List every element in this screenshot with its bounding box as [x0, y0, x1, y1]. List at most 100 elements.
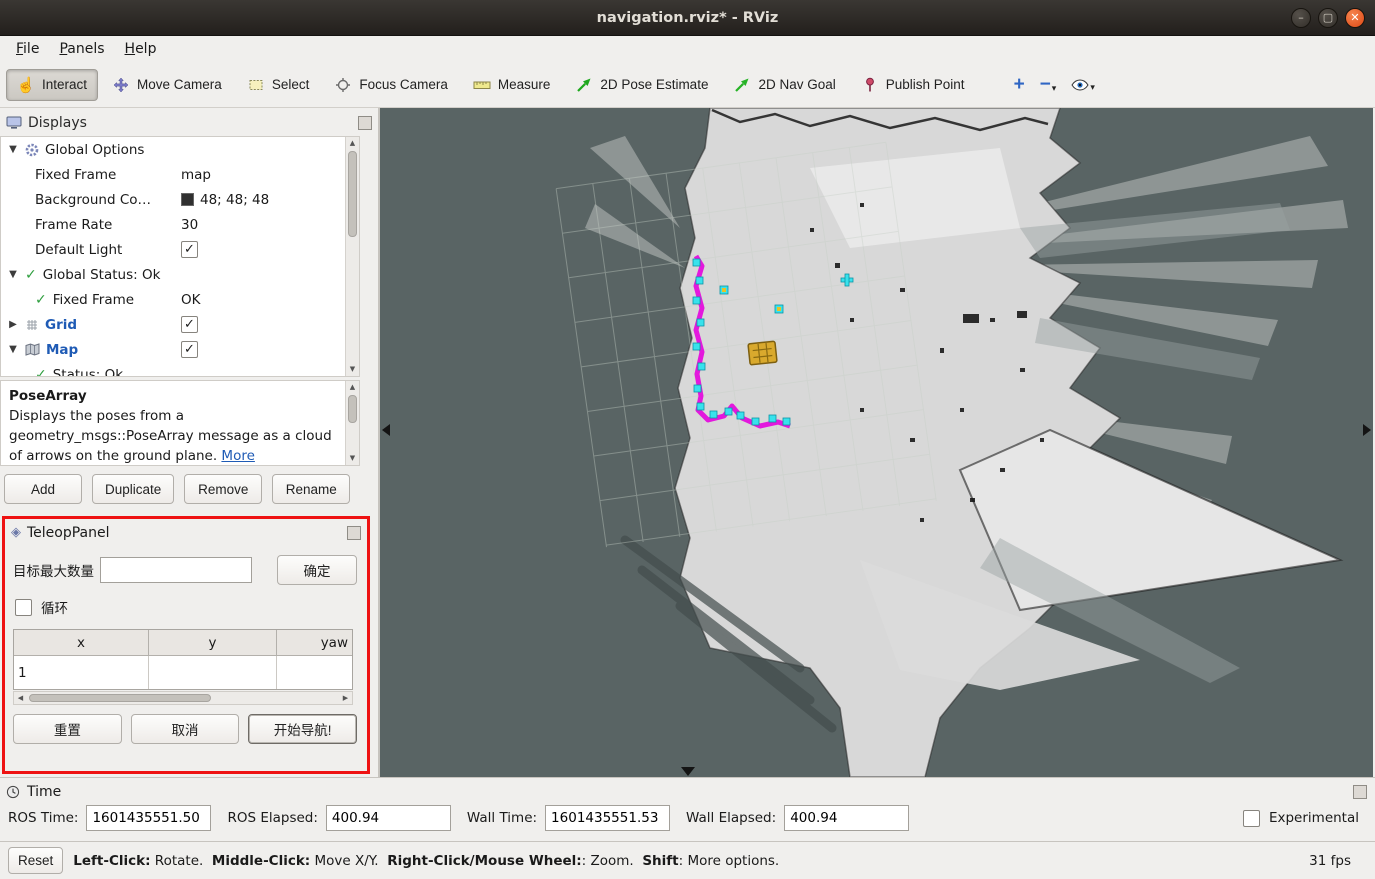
- minimize-button[interactable]: –: [1291, 8, 1311, 28]
- tree-row-global-options[interactable]: ▼ Global Options: [1, 137, 359, 162]
- focus-crosshair-icon: [334, 77, 352, 93]
- render-viewport[interactable]: [380, 108, 1373, 777]
- scroll-down-icon[interactable]: ▼: [346, 452, 359, 465]
- tree-row-global-status[interactable]: ▼ ✓ Global Status: Ok: [1, 262, 359, 287]
- experimental-checkbox[interactable]: [1243, 810, 1260, 827]
- goal-count-input[interactable]: [100, 557, 252, 583]
- scroll-up-icon[interactable]: ▲: [346, 137, 359, 150]
- chevron-down-icon[interactable]: ▼: [7, 269, 19, 280]
- tool-publish-point[interactable]: Publish Point: [850, 69, 976, 101]
- display-description-panel: PoseArray Displays the poses from a geom…: [0, 380, 360, 466]
- chevron-right-icon[interactable]: ▶: [7, 319, 19, 330]
- loop-checkbox[interactable]: [15, 599, 32, 616]
- menu-file[interactable]: File: [6, 38, 49, 60]
- wall-time-input[interactable]: [545, 805, 670, 831]
- ros-time-input[interactable]: [86, 805, 211, 831]
- scrollbar-thumb[interactable]: [348, 151, 357, 237]
- scroll-up-icon[interactable]: ▲: [346, 381, 359, 394]
- tool-select[interactable]: Select: [236, 69, 321, 101]
- duplicate-display-button[interactable]: Duplicate: [92, 474, 174, 504]
- teleop-float-button[interactable]: [347, 526, 361, 540]
- loop-row: 循环: [15, 597, 68, 617]
- row-number-cell[interactable]: 1: [14, 656, 149, 689]
- fps-counter: 31 fps: [1309, 853, 1367, 869]
- ros-time-label: ROS Time:: [8, 810, 78, 826]
- remove-display-button[interactable]: Remove: [184, 474, 262, 504]
- tree-row-fixed-frame-status[interactable]: ✓ Fixed Frame OK: [1, 287, 359, 312]
- scroll-down-icon[interactable]: ▼: [346, 363, 359, 376]
- visibility-tool-button[interactable]: ▾: [1065, 75, 1101, 95]
- tool-focus-camera[interactable]: Focus Camera: [323, 69, 459, 101]
- status-ok-check-icon: ✓: [35, 292, 47, 308]
- wall-elapsed-input[interactable]: [784, 805, 909, 831]
- column-header-yaw[interactable]: yaw: [277, 630, 352, 655]
- tree-row-grid[interactable]: ▶ Grid: [1, 312, 359, 337]
- tree-row-map[interactable]: ▼ Map: [1, 337, 359, 362]
- scroll-right-icon[interactable]: ▶: [339, 692, 352, 704]
- time-float-button[interactable]: [1353, 785, 1367, 799]
- displays-tree-scrollbar[interactable]: ▲ ▼: [345, 137, 359, 376]
- confirm-button[interactable]: 确定: [277, 555, 357, 585]
- scrollbar-thumb[interactable]: [29, 694, 211, 702]
- tool-2d-pose-estimate[interactable]: 2D Pose Estimate: [564, 69, 719, 101]
- tree-row-background-color[interactable]: Background Co… 48; 48; 48: [1, 187, 359, 212]
- ros-time-group: ROS Time:: [8, 805, 211, 831]
- time-panel-header: Time: [0, 778, 1375, 802]
- default-light-checkbox[interactable]: [181, 241, 198, 258]
- add-display-button[interactable]: Add: [4, 474, 82, 504]
- add-tool-button[interactable]: +: [1008, 74, 1031, 96]
- ros-elapsed-input[interactable]: [326, 805, 451, 831]
- column-header-y[interactable]: y: [149, 630, 277, 655]
- scrollbar-thumb[interactable]: [348, 395, 357, 423]
- menu-panels[interactable]: Panels: [49, 38, 114, 60]
- tool-2d-nav-goal[interactable]: 2D Nav Goal: [722, 69, 846, 101]
- pose-estimate-arrow-icon: [575, 77, 593, 93]
- robot-marker: [748, 341, 777, 365]
- nav-goal-arrow-icon: [733, 77, 751, 93]
- goal-table-hscrollbar[interactable]: ◀ ▶: [13, 691, 353, 705]
- map-enabled-checkbox[interactable]: [181, 341, 198, 358]
- reset-button[interactable]: Reset: [8, 847, 63, 874]
- tree-row-fixed-frame[interactable]: Fixed Frame map: [1, 162, 359, 187]
- tool-measure[interactable]: Measure: [462, 69, 562, 101]
- window-title: navigation.rviz* - RViz: [597, 10, 779, 26]
- scroll-left-icon[interactable]: ◀: [14, 692, 27, 704]
- goal-count-row: 目标最大数量 确定: [13, 555, 357, 585]
- tool-interact[interactable]: ☝ Interact: [6, 69, 98, 101]
- tree-row-frame-rate[interactable]: Frame Rate 30: [1, 212, 359, 237]
- publish-point-pin-icon: [861, 77, 879, 93]
- goal-table-row[interactable]: 1: [14, 656, 352, 689]
- start-navigation-button[interactable]: 开始导航!: [248, 714, 357, 744]
- description-line: of arrows on the ground plane. More Info…: [9, 446, 339, 466]
- column-header-x[interactable]: x: [14, 630, 149, 655]
- time-fields-row: ROS Time: ROS Elapsed: Wall Time: Wall E…: [0, 802, 1375, 831]
- tool-move-camera[interactable]: Move Camera: [101, 69, 233, 101]
- cell-yaw[interactable]: [277, 656, 352, 689]
- rviz-window: navigation.rviz* - RViz – ▢ ✕ File Panel…: [0, 0, 1375, 879]
- description-scrollbar[interactable]: ▲ ▼: [345, 381, 359, 465]
- frame-rate-value[interactable]: 30: [181, 217, 198, 233]
- maximize-button[interactable]: ▢: [1318, 8, 1338, 28]
- close-button[interactable]: ✕: [1345, 8, 1365, 28]
- cancel-button[interactable]: 取消: [131, 714, 240, 744]
- chevron-down-icon[interactable]: ▼: [7, 344, 19, 355]
- tree-row-map-status[interactable]: ✓ Status: Ok: [1, 362, 359, 377]
- fixed-frame-value[interactable]: map: [181, 167, 211, 183]
- cell-y[interactable]: [149, 656, 277, 689]
- background-color-value[interactable]: 48; 48; 48: [200, 192, 269, 208]
- plus-icon: +: [1014, 78, 1025, 92]
- left-panel-column: Displays ▼ Global Options Fixed Frame ma…: [0, 108, 380, 777]
- reset-goals-button[interactable]: 重置: [13, 714, 122, 744]
- teleop-panel-header: ◈ TeleopPanel: [5, 519, 367, 543]
- tree-row-default-light[interactable]: Default Light: [1, 237, 359, 262]
- remove-tool-button[interactable]: − ▾: [1034, 74, 1063, 96]
- chevron-down-icon[interactable]: ▼: [7, 144, 19, 155]
- menu-help[interactable]: Help: [115, 38, 167, 60]
- teleop-panel-title: TeleopPanel: [27, 525, 110, 541]
- interact-hand-icon: ☝: [17, 77, 35, 93]
- background-color-swatch[interactable]: [181, 193, 194, 206]
- grid-enabled-checkbox[interactable]: [181, 316, 198, 333]
- rename-display-button[interactable]: Rename: [272, 474, 350, 504]
- displays-float-button[interactable]: [358, 116, 372, 130]
- status-bar: Reset Left-Click: Rotate. Middle-Click: …: [0, 841, 1375, 879]
